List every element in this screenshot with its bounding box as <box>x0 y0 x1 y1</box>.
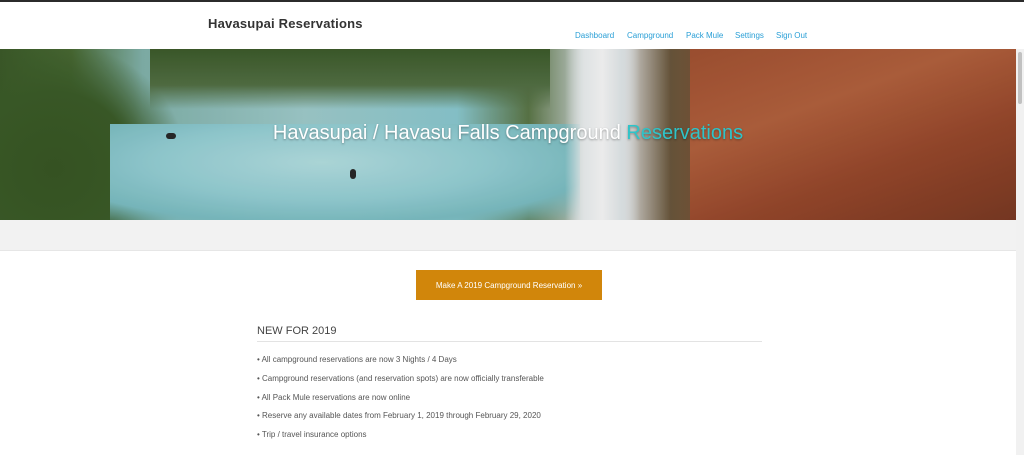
make-reservation-button[interactable]: Make A 2019 Campground Reservation » <box>416 270 602 300</box>
hero-title: Havasupai / Havasu Falls Campground Rese… <box>0 122 1016 145</box>
nav-pack-mule[interactable]: Pack Mule <box>686 31 723 40</box>
nav-dashboard[interactable]: Dashboard <box>575 31 614 40</box>
new-for-2019-heading: NEW FOR 2019 <box>257 325 337 337</box>
list-item: • Campground reservations (and reservati… <box>257 374 544 383</box>
scrollbar-thumb[interactable] <box>1018 52 1022 104</box>
scrollbar-track[interactable] <box>1016 49 1024 455</box>
hero-title-main: Havasupai / Havasu Falls Campground <box>272 122 627 144</box>
subheader-bar <box>0 220 1016 251</box>
site-header: Havasupai Reservations Dashboard Campgro… <box>0 2 1024 49</box>
hero-title-accent: Reservations <box>626 122 744 144</box>
section-divider <box>257 341 762 342</box>
list-item: • Trip / travel insurance options <box>257 430 367 439</box>
list-item: • All Pack Mule reservations are now onl… <box>257 393 411 402</box>
list-item: • Reserve any available dates from Febru… <box>257 411 541 420</box>
list-item: • All campground reservations are now 3 … <box>257 355 457 364</box>
site-brand[interactable]: Havasupai Reservations <box>208 16 363 31</box>
nav-campground[interactable]: Campground <box>627 31 673 40</box>
hero-banner: Havasupai / Havasu Falls Campground Rese… <box>0 49 1016 220</box>
nav-settings[interactable]: Settings <box>735 31 764 40</box>
nav-sign-out[interactable]: Sign Out <box>776 31 807 40</box>
